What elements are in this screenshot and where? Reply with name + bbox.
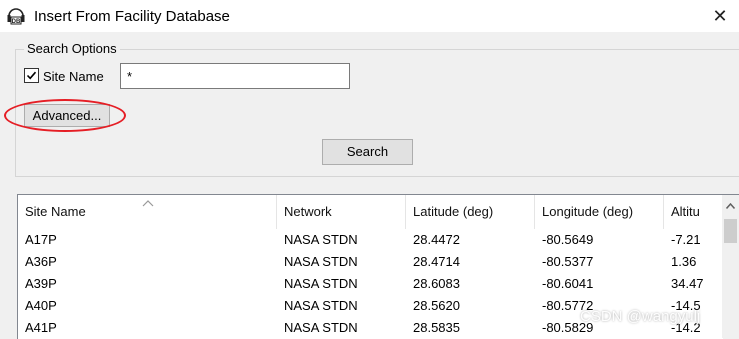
vertical-scrollbar[interactable] xyxy=(722,194,739,338)
site-name-checkbox[interactable] xyxy=(24,68,39,83)
cell-site-name: A41P xyxy=(25,320,57,335)
site-name-label: Site Name xyxy=(43,69,104,84)
cell-network: NASA STDN xyxy=(284,320,358,335)
column-header-network[interactable]: Network xyxy=(277,195,406,229)
cell-network: NASA STDN xyxy=(284,298,358,313)
cell-site-name: A40P xyxy=(25,298,57,313)
column-header-altitude[interactable]: Altitu xyxy=(664,195,723,229)
column-header-latitude[interactable]: Latitude (deg) xyxy=(406,195,535,229)
table-row[interactable]: A39P NASA STDN 28.6083 -80.6041 34.47 xyxy=(18,273,723,295)
checkmark-icon xyxy=(26,71,37,80)
cell-network: NASA STDN xyxy=(284,232,358,247)
sort-ascending-icon xyxy=(142,200,154,207)
cell-altitude: 1.36 xyxy=(671,254,697,269)
cell-longitude: -80.6041 xyxy=(542,276,594,291)
search-button[interactable]: Search xyxy=(322,139,413,165)
cell-longitude: -80.5649 xyxy=(542,232,594,247)
highlight-ellipse xyxy=(4,99,126,132)
table-row[interactable]: A17P NASA STDN 28.4472 -80.5649 -7.21 xyxy=(18,229,723,251)
cell-latitude: 28.5835 xyxy=(413,320,460,335)
table-row[interactable]: A36P NASA STDN 28.4714 -80.5377 1.36 xyxy=(18,251,723,273)
site-name-input[interactable] xyxy=(120,63,350,89)
title-bar: DB Insert From Facility Database ✕ xyxy=(0,0,739,32)
cell-altitude: 34.47 xyxy=(671,276,704,291)
column-header-label: Site Name xyxy=(25,204,86,219)
close-button[interactable]: ✕ xyxy=(706,4,734,28)
cell-site-name: A17P xyxy=(25,232,57,247)
cell-network: NASA STDN xyxy=(284,276,358,291)
cell-latitude: 28.4714 xyxy=(413,254,460,269)
cell-altitude: -7.21 xyxy=(671,232,701,247)
cell-site-name: A39P xyxy=(25,276,57,291)
database-headphones-icon: DB xyxy=(7,8,25,25)
search-options-label: Search Options xyxy=(24,41,120,56)
app-icon-text: DB xyxy=(12,19,21,25)
column-header-longitude[interactable]: Longitude (deg) xyxy=(535,195,664,229)
window-title: Insert From Facility Database xyxy=(34,8,230,25)
scroll-up-arrow-icon[interactable] xyxy=(726,203,735,209)
cell-site-name: A36P xyxy=(25,254,57,269)
cell-latitude: 28.4472 xyxy=(413,232,460,247)
cell-longitude: -80.5377 xyxy=(542,254,594,269)
cell-latitude: 28.6083 xyxy=(413,276,460,291)
watermark: CSDN @wangyulj xyxy=(580,308,701,325)
scrollbar-thumb[interactable] xyxy=(724,219,737,243)
column-header-site-name[interactable]: Site Name xyxy=(18,195,277,229)
cell-latitude: 28.5620 xyxy=(413,298,460,313)
cell-network: NASA STDN xyxy=(284,254,358,269)
